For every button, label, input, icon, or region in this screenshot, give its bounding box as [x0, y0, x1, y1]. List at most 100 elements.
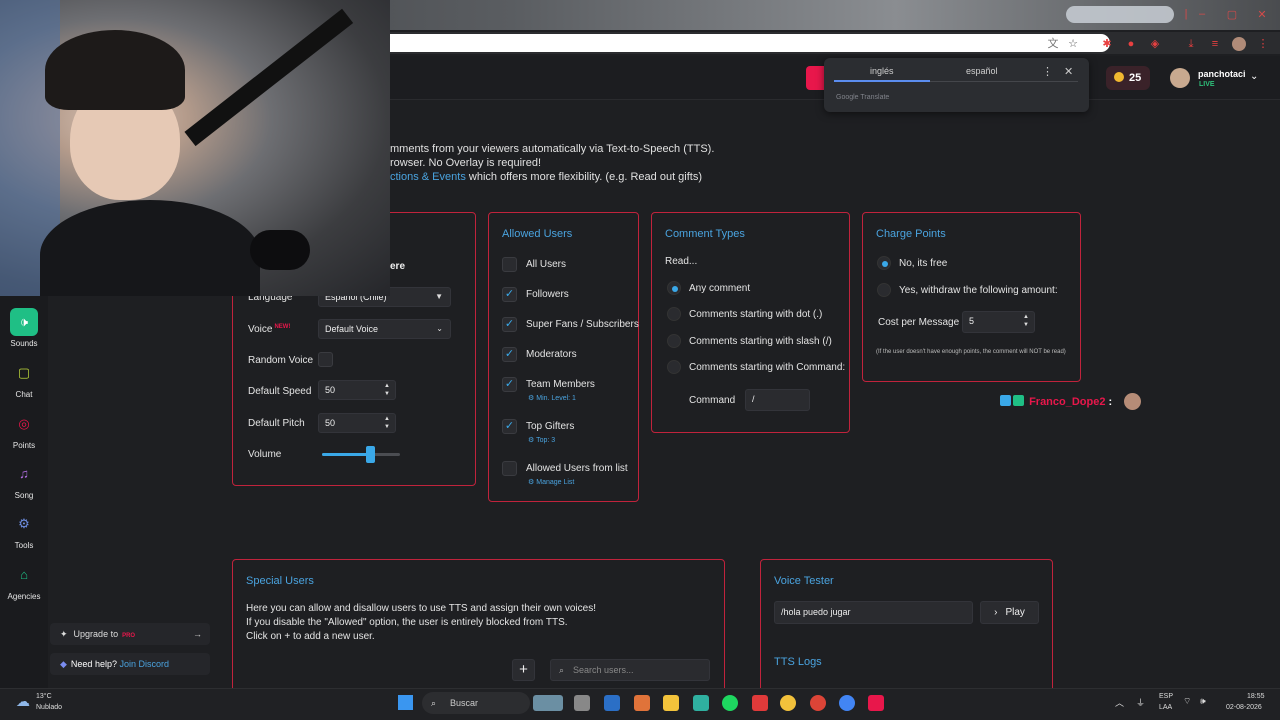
- allowed-user-settings-link[interactable]: ⚙ Min. Level: 1: [528, 394, 576, 402]
- command-input[interactable]: /: [745, 389, 810, 411]
- cost-input[interactable]: 5 ▲ ▼: [962, 311, 1035, 333]
- clock-date[interactable]: 02-08-2026: [1226, 704, 1262, 711]
- upgrade-button[interactable]: ✦ Upgrade to PRO →: [50, 623, 210, 645]
- file-explorer-icon[interactable]: [663, 695, 679, 711]
- close-window-icon[interactable]: ✕: [1252, 8, 1272, 22]
- allowed-user-checkbox[interactable]: [502, 257, 517, 272]
- playlist-icon[interactable]: ≡: [1208, 37, 1222, 51]
- intro-line-2: rowser. No Overlay is required!: [390, 157, 541, 169]
- microphone-icon[interactable]: ⏚: [1136, 696, 1145, 709]
- sidebar-item-chat[interactable]: ▢ Chat: [0, 359, 48, 399]
- translate-icon[interactable]: 文: [1046, 37, 1060, 51]
- go-live-button[interactable]: [806, 66, 826, 90]
- volume-slider-thumb[interactable]: [366, 446, 375, 463]
- chrome-icon[interactable]: [839, 695, 855, 711]
- tab-spanish[interactable]: español: [966, 66, 998, 76]
- extension-icon[interactable]: ✱: [1100, 37, 1114, 51]
- close-icon[interactable]: ✕: [1064, 65, 1073, 78]
- comment-type-radio[interactable]: [667, 334, 681, 348]
- wifi-icon[interactable]: ⌔: [1183, 696, 1191, 707]
- store-icon[interactable]: [604, 695, 620, 711]
- spotify-icon[interactable]: [722, 695, 738, 711]
- star-icon[interactable]: ☆: [1066, 37, 1080, 51]
- pitch-label: Default Pitch: [248, 418, 305, 429]
- add-user-button[interactable]: +: [512, 659, 535, 681]
- sidebar-item-agencies[interactable]: ⌂ Agencies: [0, 561, 48, 601]
- extension-pill[interactable]: [1066, 6, 1174, 23]
- speed-input[interactable]: 50 ▲ ▼: [318, 380, 396, 400]
- profile-icon[interactable]: [1232, 37, 1246, 51]
- app-icon[interactable]: [868, 695, 884, 711]
- menu-icon[interactable]: ⋮: [1256, 37, 1270, 51]
- task-view-icon[interactable]: [574, 695, 590, 711]
- kebab-icon[interactable]: ⋮: [1042, 65, 1053, 78]
- sidebar-item-tools[interactable]: ⚙ Tools: [0, 510, 48, 550]
- allowed-user-settings-link[interactable]: ⚙ Manage List: [528, 478, 574, 486]
- pitch-input[interactable]: 50 ▲ ▼: [318, 413, 396, 433]
- chevron-down-icon[interactable]: ⌄: [1250, 71, 1258, 82]
- spinner-icon[interactable]: ▲ ▼: [1023, 313, 1029, 329]
- chevron-up-icon[interactable]: ︿: [1115, 696, 1124, 709]
- sparkle-icon: ✦: [60, 629, 68, 639]
- allowed-user-checkbox[interactable]: ✓: [502, 317, 517, 332]
- maximize-icon[interactable]: ▢: [1222, 8, 1242, 22]
- comment-type-radio[interactable]: [667, 307, 681, 321]
- sidebar-item-sounds[interactable]: 🕩 Sounds: [0, 308, 48, 348]
- caret-down-icon: ▼: [435, 292, 443, 301]
- allowed-user-checkbox[interactable]: ✓: [502, 287, 517, 302]
- minimize-icon[interactable]: –: [1192, 8, 1212, 22]
- coins-badge[interactable]: 25: [1106, 66, 1150, 90]
- sidebar-item-label: Points: [12, 441, 36, 450]
- comment-type-radio[interactable]: [667, 281, 681, 295]
- spinner-icon[interactable]: ▲ ▼: [384, 415, 390, 431]
- windows-start-icon[interactable]: [398, 695, 413, 710]
- chevron-right-icon: ›: [994, 607, 998, 618]
- copilot-icon[interactable]: [634, 695, 650, 711]
- allowed-user-label: Top Gifters: [526, 421, 575, 432]
- points-icon: ◎: [18, 416, 30, 431]
- special-users-title: Special Users: [246, 575, 314, 587]
- widget-icon[interactable]: [533, 695, 563, 711]
- taskbar-search[interactable]: ⌕ Buscar: [422, 692, 530, 714]
- allowed-user-checkbox[interactable]: ✓: [502, 419, 517, 434]
- puzzle-icon[interactable]: ◈: [1148, 37, 1162, 51]
- clock-time[interactable]: 18:55: [1247, 693, 1265, 700]
- chat-user-avatar: [1124, 393, 1141, 410]
- play-button[interactable]: › Play: [980, 601, 1039, 624]
- sidebar-item-song[interactable]: ♫ Song: [0, 460, 48, 500]
- tab-english[interactable]: inglés: [870, 66, 894, 76]
- comment-type-radio[interactable]: [667, 360, 681, 374]
- download-icon[interactable]: ⤓: [1184, 37, 1198, 51]
- search-users-input[interactable]: ⌕ Search users...: [550, 659, 710, 681]
- chrome-icon[interactable]: [810, 695, 826, 711]
- random-voice-checkbox[interactable]: [318, 352, 333, 367]
- withdraw-radio[interactable]: [877, 283, 891, 297]
- allowed-user-settings-link[interactable]: ⚙ Top: 3: [528, 436, 555, 444]
- app-icon[interactable]: [693, 695, 709, 711]
- allowed-user-checkbox[interactable]: ✓: [502, 347, 517, 362]
- avatar[interactable]: [1170, 68, 1190, 88]
- speaker-icon[interactable]: 🕪: [1200, 696, 1206, 707]
- address-input[interactable]: [390, 34, 1110, 52]
- join-discord-link[interactable]: Join Discord: [119, 659, 169, 669]
- allowed-user-label: All Users: [526, 259, 567, 270]
- help-button[interactable]: ◆ Need help? Join Discord: [50, 653, 210, 675]
- allowed-user-checkbox[interactable]: [502, 461, 517, 476]
- actions-events-link[interactable]: ctions & Events: [390, 171, 466, 183]
- chrome-icon[interactable]: [780, 695, 796, 711]
- language-top[interactable]: ESP: [1159, 693, 1173, 700]
- app-icon[interactable]: [752, 695, 768, 711]
- cost-label: Cost per Message: [878, 317, 960, 328]
- voice-tester-input[interactable]: /hola puedo jugar: [774, 601, 973, 624]
- free-radio[interactable]: [877, 256, 891, 270]
- comment-type-label: Comments starting with slash (/): [689, 336, 832, 347]
- allowed-user-checkbox[interactable]: ✓: [502, 377, 517, 392]
- sidebar-item-points[interactable]: ◎ Points: [0, 410, 48, 450]
- volume-label: Volume: [248, 449, 282, 460]
- record-icon[interactable]: ●: [1124, 37, 1138, 51]
- voice-select[interactable]: Default Voice ⌄: [318, 319, 451, 339]
- language-bottom[interactable]: LAA: [1159, 704, 1172, 711]
- chat-icon: ▢: [17, 365, 31, 380]
- username: panchotaci: [1198, 69, 1246, 79]
- spinner-icon[interactable]: ▲ ▼: [384, 382, 390, 398]
